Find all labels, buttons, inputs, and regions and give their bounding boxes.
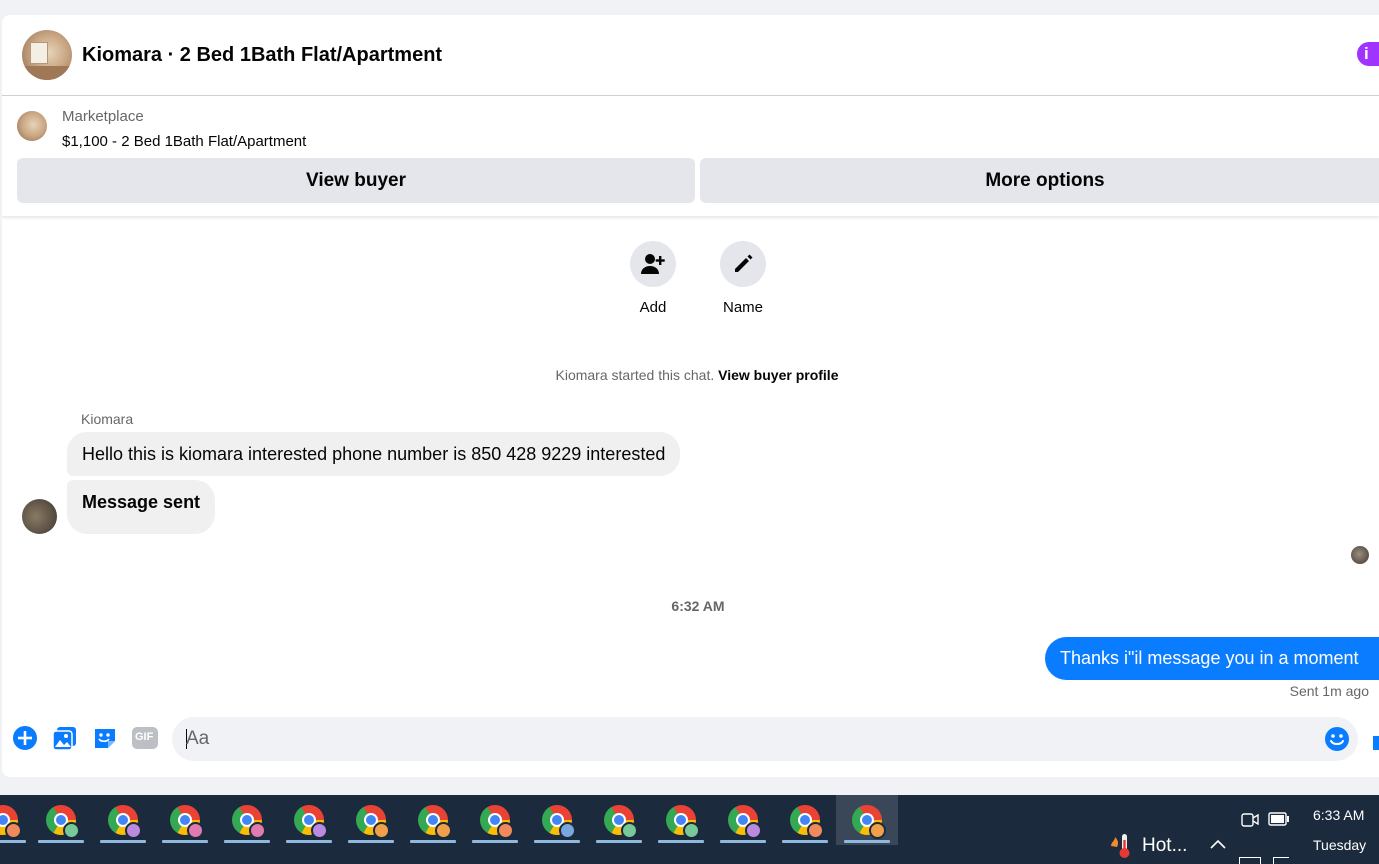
volume-icon[interactable] — [1273, 857, 1289, 864]
profile-badge-icon — [497, 822, 514, 839]
marketplace-label: Marketplace — [62, 108, 144, 125]
info-icon[interactable]: i — [1357, 42, 1379, 66]
timestamp-divider: 6:32 AM — [671, 598, 725, 614]
chat-title[interactable]: Kiomara · 2 Bed 1Bath Flat/Apartment — [82, 44, 442, 67]
chat-started-text: Kiomara started this chat. — [555, 367, 715, 383]
thermometer-icon — [1111, 834, 1130, 858]
profile-badge-icon — [869, 822, 886, 839]
profile-badge-icon — [63, 822, 80, 839]
chat-window: Kiomara · 2 Bed 1Bath Flat/Apartment i M… — [2, 15, 1379, 777]
add-action[interactable]: Add — [623, 241, 683, 316]
profile-badge-icon — [373, 822, 390, 839]
chrome-taskbar-button[interactable] — [588, 795, 650, 845]
pencil-icon[interactable] — [720, 241, 766, 287]
view-buyer-profile-link[interactable]: View buyer profile — [718, 367, 838, 383]
sent-status: Sent 1m ago — [1289, 683, 1369, 699]
chrome-taskbar-button[interactable] — [216, 795, 278, 845]
chrome-icon — [232, 805, 266, 839]
photo-icon[interactable] — [52, 725, 78, 751]
more-options-button[interactable]: More options — [700, 158, 1379, 203]
message-input[interactable] — [186, 727, 1286, 751]
weather-widget[interactable]: Hot... — [1108, 832, 1187, 860]
chrome-icon — [604, 805, 638, 839]
send-like-icon[interactable] — [1373, 736, 1379, 750]
chrome-taskbar-button[interactable] — [402, 795, 464, 845]
message-input-box[interactable] — [172, 717, 1358, 761]
chrome-icon — [0, 805, 22, 839]
chrome-icon — [852, 805, 886, 839]
chrome-taskbar-button[interactable] — [92, 795, 154, 845]
profile-badge-icon — [249, 822, 266, 839]
view-buyer-button[interactable]: View buyer — [17, 158, 695, 203]
profile-badge-icon — [683, 822, 700, 839]
incoming-message[interactable]: Hello this is kiomara interested phone n… — [67, 432, 681, 476]
chat-started-notice: Kiomara started this chat. View buyer pr… — [2, 367, 1379, 383]
chrome-taskbar-button[interactable] — [0, 795, 34, 845]
chrome-icon — [46, 805, 80, 839]
chrome-icon — [108, 805, 142, 839]
gif-label: GIF — [135, 731, 154, 743]
meet-now-icon[interactable] — [1241, 810, 1259, 833]
profile-badge-icon — [311, 822, 328, 839]
battery-icon[interactable] — [1268, 812, 1290, 831]
listing-banner: Marketplace $1,100 - 2 Bed 1Bath Flat/Ap… — [2, 97, 1379, 216]
sender-avatar[interactable] — [22, 499, 57, 534]
chrome-taskbar-button[interactable] — [650, 795, 712, 845]
chevron-up-icon[interactable] — [1209, 837, 1227, 855]
chrome-icon — [356, 805, 390, 839]
chat-header: Kiomara · 2 Bed 1Bath Flat/Apartment i — [2, 15, 1379, 96]
windows-taskbar: Hot... 6:33 AM Tuesday — [0, 795, 1379, 864]
chrome-taskbar-button[interactable] — [836, 795, 898, 845]
add-person-icon[interactable] — [630, 241, 676, 287]
seen-receipt-avatar — [1351, 546, 1369, 564]
chrome-taskbar-button[interactable] — [526, 795, 588, 845]
listing-thumbnail[interactable] — [17, 111, 47, 141]
chrome-icon — [790, 805, 824, 839]
sender-name: Kiomara — [81, 411, 134, 427]
chrome-taskbar-button[interactable] — [30, 795, 92, 845]
name-label: Name — [722, 299, 763, 316]
chrome-icon — [294, 805, 328, 839]
chrome-icon — [418, 805, 452, 839]
message-composer: GIF — [2, 715, 1379, 765]
profile-badge-icon — [745, 822, 762, 839]
chrome-icon — [542, 805, 576, 839]
incoming-message[interactable]: Message sent — [67, 480, 216, 534]
weather-text: Hot... — [1142, 835, 1188, 856]
listing-avatar[interactable] — [22, 30, 72, 80]
emoji-icon[interactable] — [1324, 726, 1350, 752]
profile-badge-icon — [125, 822, 142, 839]
clock-day[interactable]: Tuesday — [1313, 837, 1366, 853]
profile-badge-icon — [5, 822, 22, 839]
chrome-taskbar-button[interactable] — [278, 795, 340, 845]
profile-badge-icon — [559, 822, 576, 839]
profile-badge-icon — [807, 822, 824, 839]
outgoing-message[interactable]: Thanks i"il message you in a moment — [1045, 637, 1379, 680]
plus-circle-icon[interactable] — [12, 725, 38, 751]
chrome-taskbar-button[interactable] — [340, 795, 402, 845]
add-label: Add — [639, 299, 667, 316]
chrome-icon — [480, 805, 514, 839]
chrome-taskbar-button[interactable] — [712, 795, 774, 845]
chrome-icon — [728, 805, 762, 839]
clock-time[interactable]: 6:33 AM — [1313, 807, 1364, 823]
chrome-taskbar-button[interactable] — [154, 795, 216, 845]
chrome-taskbar-button[interactable] — [464, 795, 526, 845]
chrome-icon — [666, 805, 700, 839]
gif-icon[interactable]: GIF — [132, 725, 158, 751]
network-icon[interactable] — [1239, 857, 1261, 864]
profile-badge-icon — [187, 822, 204, 839]
chrome-taskbar-button[interactable] — [774, 795, 836, 845]
name-action[interactable]: Name — [713, 241, 773, 316]
listing-price-title[interactable]: $1,100 - 2 Bed 1Bath Flat/Apartment — [62, 133, 306, 150]
sticker-icon[interactable] — [92, 725, 118, 751]
profile-badge-icon — [621, 822, 638, 839]
chrome-icon — [170, 805, 204, 839]
profile-badge-icon — [435, 822, 452, 839]
